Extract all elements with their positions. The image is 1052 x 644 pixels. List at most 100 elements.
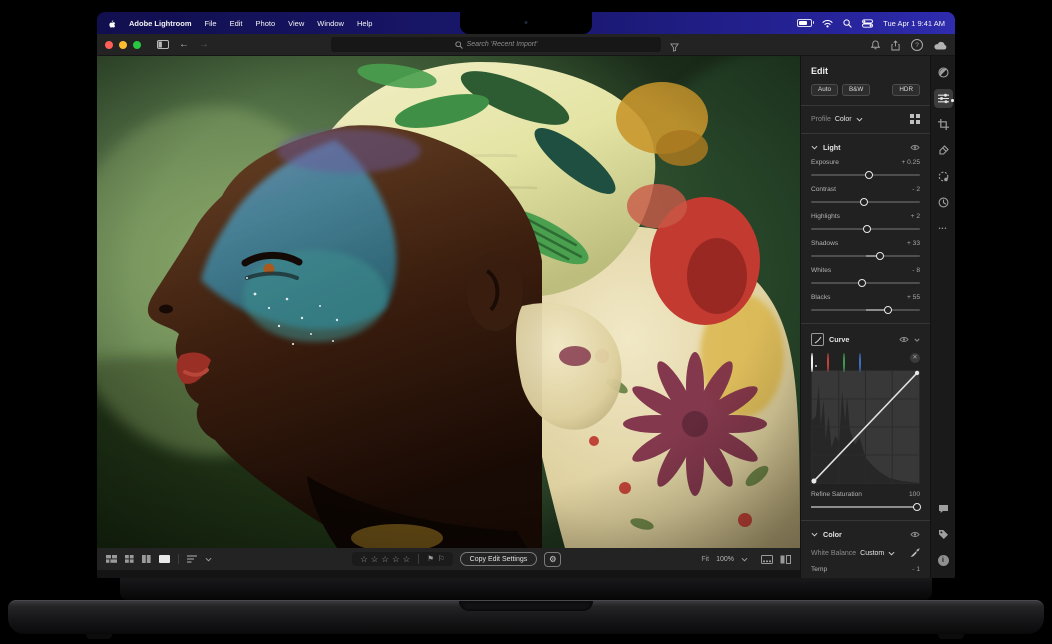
refine-saturation-slider[interactable]: [811, 502, 920, 511]
zoom-fit-label[interactable]: Fit: [701, 556, 709, 563]
star-icon-5[interactable]: ☆: [403, 555, 411, 564]
versions-history-icon[interactable]: [934, 193, 953, 212]
contrast-slider[interactable]: [811, 197, 920, 206]
compare-view-icon[interactable]: [142, 555, 151, 563]
detail-view-icon[interactable]: [159, 555, 170, 563]
share-icon[interactable]: [891, 40, 900, 51]
masking-tool-icon[interactable]: [934, 167, 953, 186]
pick-flag-icon[interactable]: ⚑: [427, 555, 434, 563]
minimize-button[interactable]: [119, 41, 127, 49]
filter-icon[interactable]: [670, 39, 679, 57]
browse-profiles-icon[interactable]: [910, 114, 920, 124]
curve-channel-green[interactable]: [843, 353, 845, 372]
sort-icon[interactable]: [187, 555, 197, 563]
star-icon-3[interactable]: ☆: [381, 555, 389, 564]
exposure-slider-thumb[interactable]: [865, 171, 873, 179]
profile-value[interactable]: Color: [835, 116, 852, 123]
healing-tool-icon[interactable]: [934, 141, 953, 160]
star-rating[interactable]: ☆☆☆☆☆ ⚑ ⚐: [352, 552, 453, 566]
curve-collapse-chevron[interactable]: [914, 338, 920, 342]
spotlight-search-icon[interactable]: [843, 19, 852, 28]
battery-icon[interactable]: [797, 19, 812, 28]
white-balance-value[interactable]: Custom: [860, 550, 884, 557]
star-icon-2[interactable]: ☆: [371, 555, 379, 564]
shadows-slider[interactable]: [811, 251, 920, 260]
zoom-button[interactable]: [133, 41, 141, 49]
bw-button[interactable]: B&W: [842, 84, 870, 96]
apple-menu-icon[interactable]: [107, 18, 116, 29]
keywords-tag-icon[interactable]: [934, 525, 953, 544]
bottom-toolbar: ☆☆☆☆☆ ⚑ ⚐ Copy Edit Settings ⚙ Fit 100%: [97, 548, 800, 570]
white-balance-eyedropper-icon[interactable]: [911, 548, 920, 559]
color-section-title[interactable]: Color: [823, 530, 842, 539]
auto-button[interactable]: Auto: [811, 84, 838, 96]
curve-reset-icon[interactable]: ✕: [910, 353, 920, 363]
presets-icon[interactable]: [934, 63, 953, 82]
curve-visibility-eye-icon[interactable]: [899, 336, 909, 343]
cloud-sync-icon[interactable]: [934, 41, 947, 50]
control-center-icon[interactable]: [862, 19, 873, 28]
sort-chevron-icon[interactable]: [205, 557, 212, 562]
back-button[interactable]: ←: [179, 40, 189, 50]
reject-flag-icon[interactable]: ⚐: [438, 555, 445, 563]
search-input[interactable]: Search 'Recent Import': [331, 37, 661, 52]
whites-value: - 8: [912, 267, 920, 274]
info-icon[interactable]: i: [934, 551, 953, 570]
menu-app-name[interactable]: Adobe Lightroom: [129, 19, 192, 28]
menu-help[interactable]: Help: [357, 19, 372, 28]
comments-icon[interactable]: [934, 499, 953, 518]
shadows-slider-thumb[interactable]: [876, 252, 884, 260]
photo-grid-view-icon[interactable]: [106, 555, 117, 563]
blacks-slider-thumb[interactable]: [884, 306, 892, 314]
star-icon-4[interactable]: ☆: [392, 555, 400, 564]
tone-curve-graph[interactable]: [811, 370, 920, 484]
notifications-bell-icon[interactable]: [871, 40, 880, 50]
light-section-title[interactable]: Light: [823, 143, 841, 152]
contrast-slider-thumb[interactable]: [860, 198, 868, 206]
star-icon-1[interactable]: ☆: [360, 555, 368, 564]
edit-tool-icon[interactable]: [934, 89, 953, 108]
close-button[interactable]: [105, 41, 113, 49]
forward-button[interactable]: →: [199, 40, 209, 50]
hdr-button[interactable]: HDR: [892, 84, 920, 96]
profile-chevron-icon[interactable]: [856, 117, 863, 122]
photo-canvas[interactable]: [97, 56, 800, 548]
whites-slider[interactable]: [811, 278, 920, 287]
whites-slider-thumb[interactable]: [858, 279, 866, 287]
window-bottom-edge: [97, 570, 800, 578]
more-tools-icon[interactable]: •••: [934, 219, 953, 238]
color-visibility-eye-icon[interactable]: [910, 531, 920, 538]
highlights-slider-thumb[interactable]: [863, 225, 871, 233]
menu-view[interactable]: View: [288, 19, 304, 28]
refine-saturation-value: 100: [909, 491, 920, 498]
menu-photo[interactable]: Photo: [256, 19, 276, 28]
zoom-level-value[interactable]: 100%: [716, 556, 734, 563]
blacks-slider[interactable]: [811, 305, 920, 314]
menu-file[interactable]: File: [205, 19, 217, 28]
curve-channel-red[interactable]: [827, 353, 829, 372]
curve-section-title[interactable]: Curve: [829, 335, 849, 344]
help-icon[interactable]: ?: [911, 39, 923, 51]
copy-edit-settings-button[interactable]: Copy Edit Settings: [460, 552, 538, 566]
wifi-icon[interactable]: [822, 19, 833, 28]
color-collapse-chevron[interactable]: [811, 532, 818, 537]
before-after-icon[interactable]: [780, 555, 791, 564]
menu-edit[interactable]: Edit: [230, 19, 243, 28]
square-grid-view-icon[interactable]: [125, 555, 134, 563]
white-balance-chevron[interactable]: [888, 551, 895, 556]
refine-saturation-slider-thumb[interactable]: [913, 503, 921, 511]
curve-channel-all[interactable]: [811, 353, 813, 372]
light-collapse-chevron[interactable]: [811, 145, 818, 150]
menu-window[interactable]: Window: [317, 19, 344, 28]
zoom-chevron-icon[interactable]: [741, 557, 748, 562]
edit-panel: Edit Auto B&W HDR Profile Color: [800, 56, 930, 578]
light-visibility-eye-icon[interactable]: [910, 144, 920, 151]
filmstrip-toggle-icon[interactable]: [761, 555, 773, 564]
crop-tool-icon[interactable]: [934, 115, 953, 134]
curve-channel-blue[interactable]: [859, 353, 861, 372]
settings-gear-button[interactable]: ⚙: [544, 552, 561, 567]
highlights-slider[interactable]: [811, 224, 920, 233]
menu-bar-clock[interactable]: Tue Apr 1 9:41 AM: [883, 19, 945, 28]
exposure-slider[interactable]: [811, 170, 920, 179]
sidebar-toggle-icon[interactable]: [157, 40, 169, 49]
